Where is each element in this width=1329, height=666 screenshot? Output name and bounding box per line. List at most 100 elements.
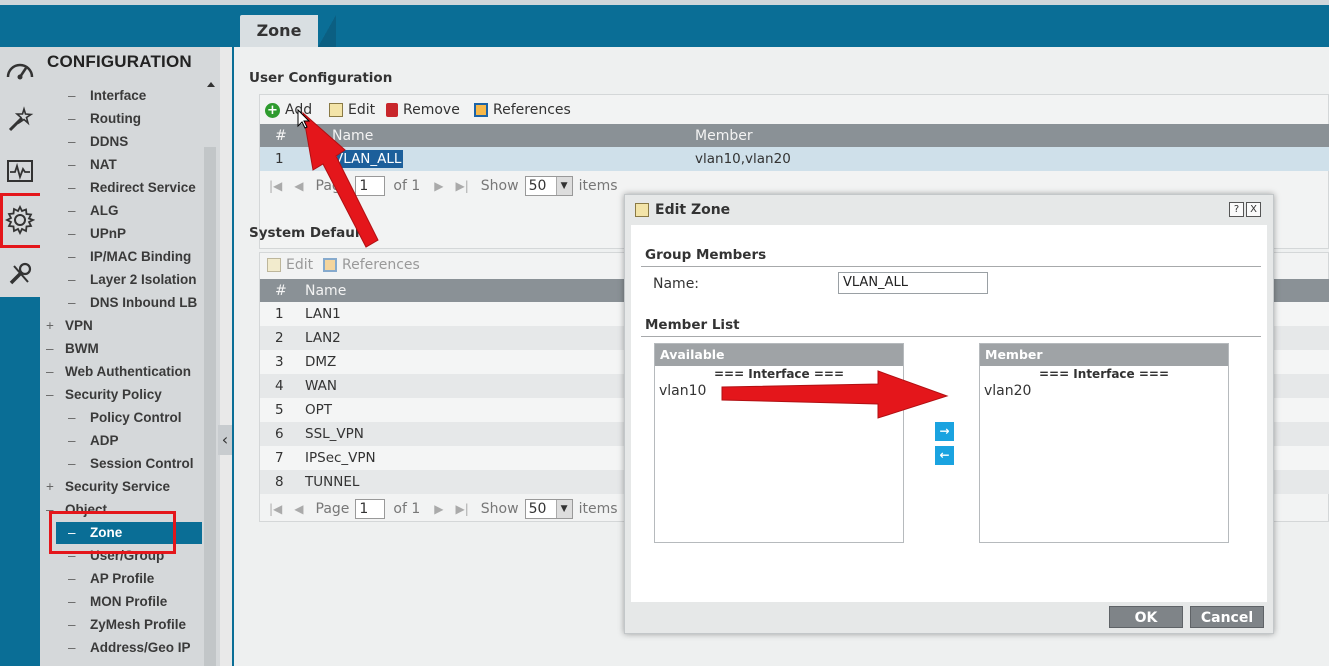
nav-scroll-up-icon[interactable]	[207, 82, 215, 87]
remove-button[interactable]: Remove	[386, 102, 460, 118]
available-group-label: === Interface ===	[713, 367, 845, 381]
collapse-nav-handle[interactable]: ‹	[218, 425, 232, 455]
row-name: LAN2	[305, 330, 341, 346]
nav-item-adp[interactable]: – ADP	[68, 430, 119, 452]
nav-item-security-policy[interactable]: – Security Policy	[46, 384, 162, 406]
col-name[interactable]: Name	[332, 124, 373, 148]
cancel-button[interactable]: Cancel	[1190, 606, 1264, 628]
nav-label: Policy Control	[90, 410, 182, 425]
close-icon[interactable]: X	[1246, 202, 1261, 217]
first-page-icon[interactable]: |◀	[269, 179, 282, 193]
move-right-button[interactable]: →	[935, 422, 954, 441]
page-label: Page	[315, 501, 350, 517]
last-page-icon[interactable]: ▶|	[456, 502, 469, 516]
nav-bullet: –	[68, 88, 76, 103]
per-page-value: 50	[528, 501, 547, 517]
nav-item-ap-profile[interactable]: – AP Profile	[68, 568, 154, 590]
page-of: of 1	[393, 501, 421, 517]
nav-bullet: –	[68, 295, 76, 310]
monitor-icon[interactable]	[4, 155, 36, 187]
nav-item-routing[interactable]: – Routing	[68, 108, 141, 130]
nav-item-bwm[interactable]: – BWM	[46, 338, 99, 360]
nav-item-session-control[interactable]: – Session Control	[68, 453, 194, 475]
col-member[interactable]: Member	[695, 124, 753, 148]
next-page-icon[interactable]: ▶	[434, 502, 443, 516]
tab-zone[interactable]: Zone	[240, 15, 318, 47]
nav-item-upnp[interactable]: – UPnP	[68, 223, 126, 245]
references-label: References	[493, 102, 571, 118]
move-left-button[interactable]: ←	[935, 446, 954, 465]
sys-edit-button[interactable]: Edit	[267, 257, 313, 273]
row-name: VLAN_ALL	[332, 150, 404, 168]
dialog-controls: ? X	[1229, 202, 1261, 217]
nav-item-dns-inbound-lb[interactable]: – DNS Inbound LB	[68, 292, 197, 314]
col-name[interactable]: Name	[305, 279, 346, 303]
nav-item-interface[interactable]: – Interface	[68, 85, 146, 107]
nav-label: Redirect Service	[90, 180, 196, 195]
show-label: Show	[480, 178, 519, 194]
available-list[interactable]: Available === Interface === vlan10	[654, 343, 904, 543]
row-num: 8	[275, 474, 284, 490]
nav-label: BWM	[65, 341, 99, 356]
row-num: 1	[275, 306, 284, 322]
wizard-icon[interactable]	[4, 104, 36, 136]
nav-item-ddns[interactable]: – DDNS	[68, 131, 128, 153]
add-button[interactable]: + Add	[265, 102, 312, 118]
member-group-label: === Interface ===	[1038, 367, 1170, 381]
list-item[interactable]: vlan20	[980, 383, 1228, 399]
nav-item-security-service[interactable]: + Security Service	[46, 476, 170, 498]
edit-button[interactable]: Edit	[329, 102, 375, 118]
prev-page-icon[interactable]: ◀	[294, 502, 303, 516]
page-input[interactable]: 1	[355, 176, 386, 196]
sys-references-button[interactable]: References	[323, 257, 420, 273]
nav-bullet: –	[68, 180, 76, 195]
nav-item-policy-control[interactable]: – Policy Control	[68, 407, 182, 429]
nav-item-vpn[interactable]: + VPN	[46, 315, 93, 337]
nav-item-alg[interactable]: – ALG	[68, 200, 119, 222]
next-page-icon[interactable]: ▶	[434, 179, 443, 193]
nav-label: Interface	[90, 88, 147, 103]
nav-label: ZyMesh Profile	[90, 617, 187, 632]
nav-bullet: –	[68, 249, 76, 264]
edit-icon	[635, 203, 649, 217]
sys-edit-label: Edit	[286, 257, 314, 273]
dialog-title-bar[interactable]: Edit Zone	[635, 202, 730, 218]
page-of: of 1	[393, 178, 421, 194]
maintenance-tools-icon[interactable]	[4, 258, 36, 290]
nav-bullet: –	[46, 387, 54, 402]
table-row[interactable]: 1 VLAN_ALL vlan10,vlan20	[260, 147, 1329, 171]
help-icon[interactable]: ?	[1229, 202, 1244, 217]
ok-button[interactable]: OK	[1109, 606, 1183, 628]
chevron-down-icon: ▼	[555, 177, 572, 195]
page-input[interactable]: 1	[355, 499, 386, 519]
add-label: Add	[285, 102, 313, 118]
col-num[interactable]: #	[275, 124, 287, 148]
last-page-icon[interactable]: ▶|	[456, 179, 469, 193]
references-icon	[323, 258, 337, 272]
references-button[interactable]: References	[474, 102, 571, 118]
nav-item-nat[interactable]: – NAT	[68, 154, 117, 176]
member-list[interactable]: Member === Interface === vlan20	[979, 343, 1229, 543]
divider	[641, 266, 1261, 267]
col-num[interactable]: #	[275, 279, 287, 303]
nav-item-mon-profile[interactable]: – MON Profile	[68, 591, 167, 613]
nav-item-layer2-isolation[interactable]: – Layer 2 Isolation	[68, 269, 197, 291]
divider	[641, 336, 1261, 337]
row-num: 2	[275, 330, 284, 346]
nav-item-zymesh-profile[interactable]: – ZyMesh Profile	[68, 614, 186, 636]
nav-item-address-geo-ip[interactable]: – Address/Geo IP	[68, 637, 191, 659]
first-page-icon[interactable]: |◀	[269, 502, 282, 516]
nav-item-redirect-service[interactable]: – Redirect Service	[68, 177, 196, 199]
nav-item-ip-mac-binding[interactable]: – IP/MAC Binding	[68, 246, 191, 268]
nav-item-web-authentication[interactable]: – Web Authentication	[46, 361, 191, 383]
per-page-select[interactable]: 50 ▼	[524, 499, 573, 519]
per-page-select[interactable]: 50 ▼	[524, 176, 573, 196]
list-item[interactable]: vlan10	[655, 383, 903, 399]
prev-page-icon[interactable]: ◀	[294, 179, 303, 193]
dashboard-icon[interactable]	[4, 54, 36, 86]
name-field[interactable]: VLAN_ALL	[838, 272, 988, 294]
tab-corner	[318, 15, 336, 47]
nav-scrollbar[interactable]	[204, 147, 216, 666]
nav-label: Address/Geo IP	[90, 640, 191, 655]
nav-bullet: –	[68, 617, 76, 632]
